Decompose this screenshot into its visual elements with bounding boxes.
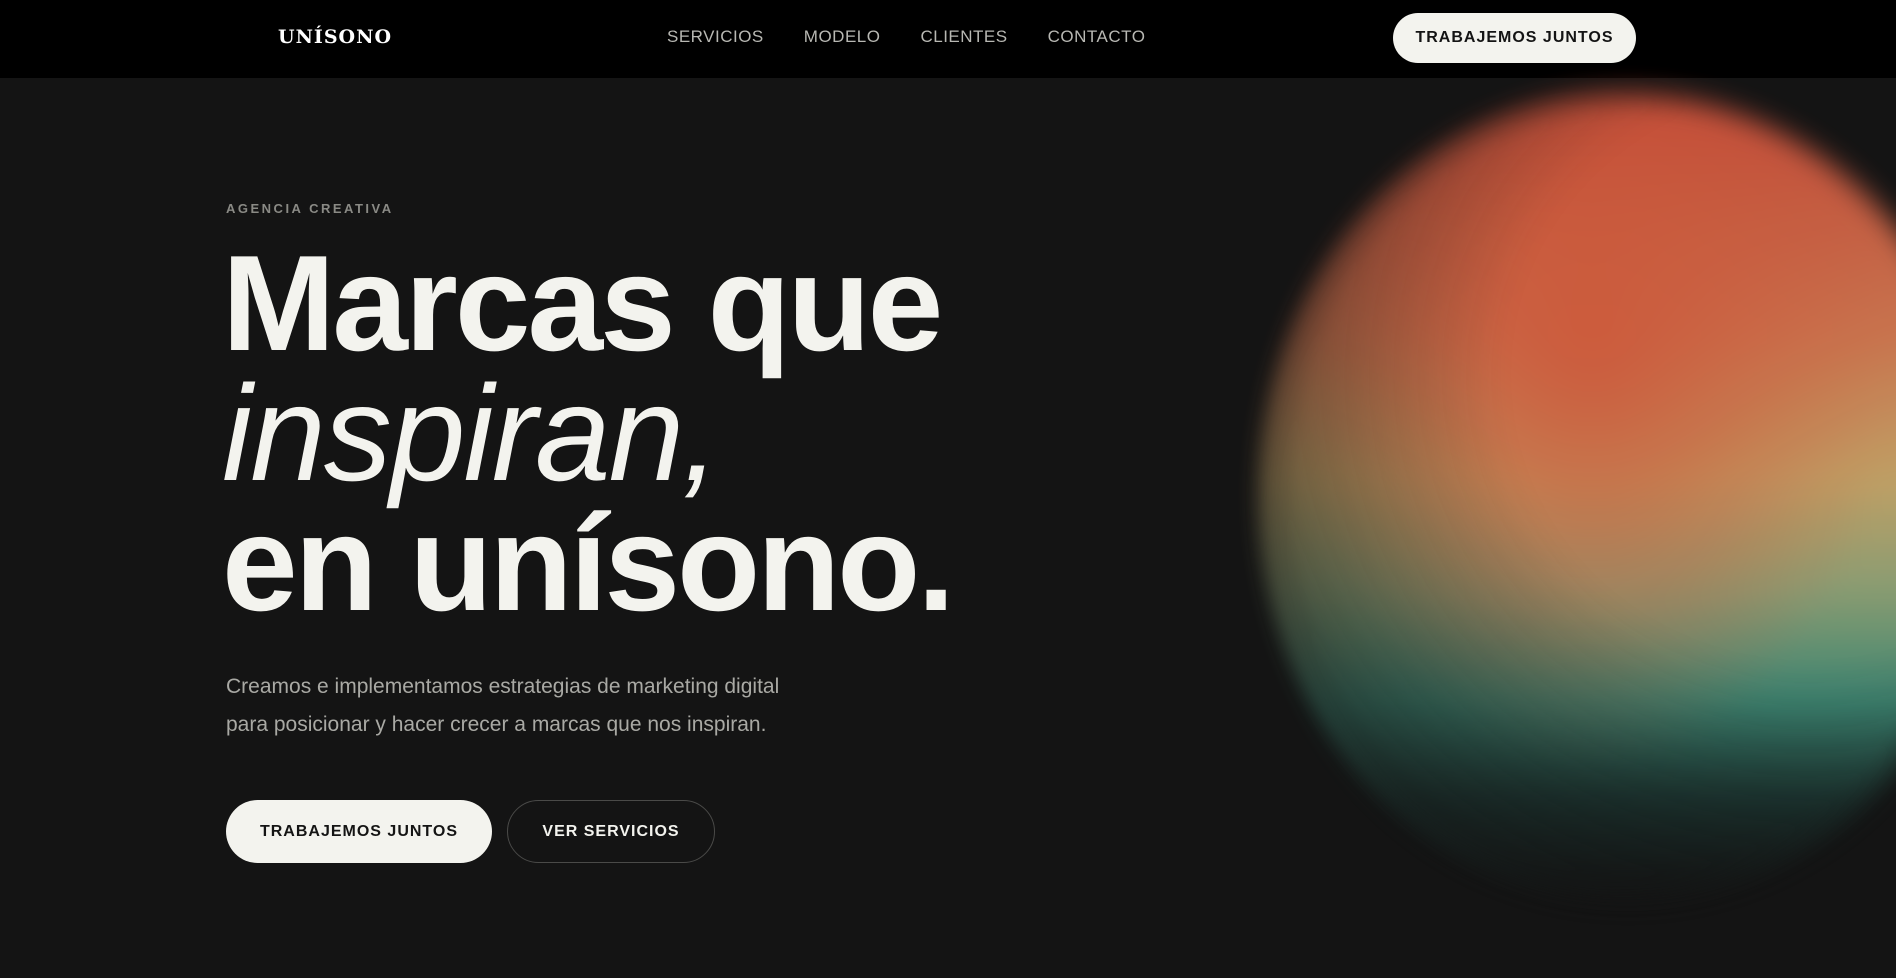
headline-line-3: en unísono.	[222, 487, 955, 639]
hero-eyebrow: AGENCIA CREATIVA	[226, 201, 394, 216]
gradient-orb-shadow	[1268, 95, 1896, 895]
brand-logo[interactable]: UNÍSONO	[278, 26, 392, 48]
hero-subtitle: Creamos e implementamos estrategias de m…	[226, 668, 846, 744]
primary-cta-button[interactable]: TRABAJEMOS JUNTOS	[226, 800, 492, 863]
header-cta-button[interactable]: TRABAJEMOS JUNTOS	[1393, 13, 1636, 63]
headline-line-2: inspiran,	[222, 357, 720, 509]
nav-link-clientes[interactable]: CLIENTES	[920, 27, 1007, 47]
top-navigation-bar: UNÍSONO SERVICIOS MODELO CLIENTES CONTAC…	[0, 0, 1896, 78]
headline-line-1: Marcas que	[222, 227, 943, 379]
subtitle-line-1: Creamos e implementamos estrategias de m…	[226, 675, 780, 698]
hero-headline: Marcas que inspiran, en unísono.	[222, 227, 955, 639]
nav-link-modelo[interactable]: MODELO	[804, 27, 881, 47]
nav-link-servicios[interactable]: SERVICIOS	[667, 27, 764, 47]
subtitle-line-2: para posicionar y hacer crecer a marcas …	[226, 713, 767, 736]
nav-link-contacto[interactable]: CONTACTO	[1048, 27, 1146, 47]
main-nav: SERVICIOS MODELO CLIENTES CONTACTO	[667, 27, 1145, 47]
secondary-cta-button[interactable]: VER SERVICIOS	[507, 800, 715, 863]
